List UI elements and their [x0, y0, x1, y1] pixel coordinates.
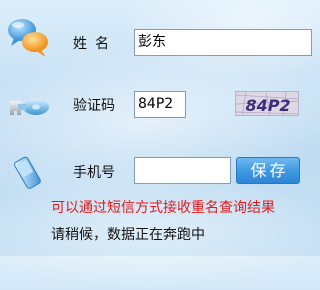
- captcha-image[interactable]: 84P2: [235, 91, 299, 116]
- name-label: 姓名: [73, 36, 117, 52]
- code-input[interactable]: 84P2: [134, 91, 186, 118]
- name-input[interactable]: 彭东: [134, 29, 312, 56]
- sms-notice-text: 可以通过短信方式接收重名查询结果: [51, 200, 275, 216]
- phone-input[interactable]: [134, 157, 231, 184]
- mobile-phone-icon: [8, 155, 46, 195]
- loading-status-text: 请稍候，数据正在奔跑中: [51, 227, 205, 243]
- key-icon: [6, 95, 50, 131]
- save-button[interactable]: 保存: [236, 157, 300, 184]
- phone-label: 手机号: [73, 165, 115, 181]
- chat-bubbles-icon: [6, 14, 50, 64]
- code-label: 验证码: [73, 98, 115, 114]
- captcha-text: 84P2: [245, 96, 290, 115]
